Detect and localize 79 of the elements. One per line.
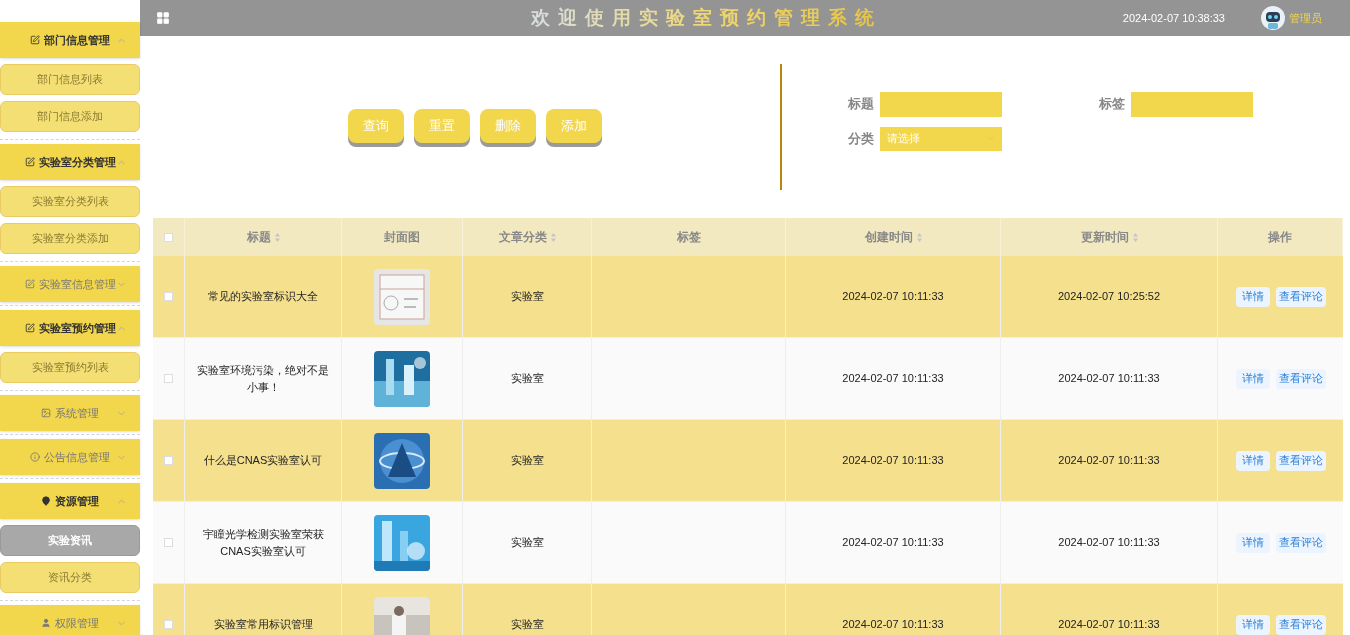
sidebar-item[interactable]: 实验资讯 [0,525,140,556]
sidebar-group[interactable]: 公告信息管理 [0,439,140,475]
created-time: 2024-02-07 10:11:33 [842,289,944,305]
column-header: 操作 [1268,229,1292,246]
updated-time: 2024-02-07 10:11:33 [1058,535,1160,551]
column-header: 封面图 [384,229,420,246]
group-icon [41,618,51,628]
updated-time: 2024-02-07 10:11:33 [1058,617,1160,633]
group-icon [30,35,40,45]
category-text: 实验室 [510,371,544,387]
column-header[interactable]: 更新时间 [1080,228,1138,246]
details-button[interactable]: 详情 [1235,286,1270,307]
sidebar-item[interactable]: 实验室分类列表 [0,186,140,217]
created-time: 2024-02-07 10:11:33 [842,453,944,469]
details-button[interactable]: 详情 [1235,614,1270,635]
sort-icon[interactable] [274,232,280,242]
filter-label: 分类 [848,129,874,148]
details-button[interactable]: 详情 [1235,532,1270,553]
checkbox[interactable] [164,232,173,242]
sort-icon[interactable] [550,232,556,242]
group-icon [41,496,51,506]
article-title: 常见的实验室标识大全 [208,289,318,305]
group-icon [41,408,51,418]
sidebar-item[interactable]: 实验室预约列表 [0,352,140,383]
sidebar-item[interactable]: 部门信息列表 [0,64,140,95]
created-time: 2024-02-07 10:11:33 [842,617,944,633]
updated-time: 2024-02-07 10:11:33 [1058,453,1160,469]
column-header[interactable]: 创建时间 [864,228,922,246]
sort-icon[interactable] [1132,232,1138,242]
sidebar-group[interactable]: 部门信息管理 [0,22,140,58]
sidebar-group[interactable]: 资源管理 [0,483,140,519]
details-button[interactable]: 详情 [1235,450,1270,471]
group-icon [24,279,35,289]
details-button[interactable]: 详情 [1235,368,1270,389]
category-text: 实验室 [510,453,544,469]
category-text: 实验室 [510,535,544,551]
sort-icon[interactable] [916,232,922,242]
checkbox[interactable] [164,374,173,383]
article-title: 什么是CNAS实验室认可 [203,453,323,469]
comments-button[interactable]: 查看评论 [1275,286,1326,307]
article-title: 宇瞳光学检测实验室荣获CNAS实验室认可 [201,527,325,559]
comments-button[interactable]: 查看评论 [1275,450,1326,471]
column-header[interactable]: 标题 [246,228,280,246]
filter-label: 标签 [1099,95,1125,114]
group-icon [30,452,40,462]
datetime: 2024-02-07 10:38:33 [1122,10,1225,26]
sidebar-group[interactable]: 权限管理 [0,605,140,635]
sidebar-group[interactable]: 实验室信息管理 [0,266,140,302]
group-icon [24,323,35,333]
updated-time: 2024-02-07 10:11:33 [1058,371,1160,387]
checkbox[interactable] [164,456,173,465]
sidebar-item[interactable]: 部门信息添加 [0,101,140,132]
checkbox[interactable] [164,292,173,301]
comments-button[interactable]: 查看评论 [1275,614,1326,635]
updated-time: 2024-02-07 10:25:52 [1057,289,1161,305]
filter-input[interactable] [1131,91,1253,117]
user-name[interactable]: 管理员 [1289,9,1322,27]
checkbox[interactable] [164,620,173,629]
sidebar-group[interactable]: 系统管理 [0,395,140,431]
category-text: 实验室 [510,289,544,305]
sidebar-group[interactable]: 实验室分类管理 [0,144,140,180]
comments-button[interactable]: 查看评论 [1275,368,1326,389]
created-time: 2024-02-07 10:11:33 [842,371,944,387]
article-title: 实验室常用标识管理 [213,617,313,633]
robot-avatar-icon[interactable] [1261,6,1285,30]
column-header[interactable]: 文章分类 [498,228,556,246]
article-title: 实验室环境污染，绝对不是小事！ [196,363,330,395]
filter-input[interactable] [880,91,1002,117]
sidebar-item[interactable]: 资讯分类 [0,562,140,593]
menu-icon[interactable] [156,11,170,25]
column-header: 标签 [676,229,701,246]
filter-label: 标题 [848,95,874,114]
category-text: 实验室 [510,617,544,633]
sidebar-item[interactable]: 实验室分类添加 [0,223,140,254]
sidebar-group[interactable]: 实验室预约管理 [0,310,140,346]
group-icon [24,157,35,167]
comments-button[interactable]: 查看评论 [1275,532,1326,553]
created-time: 2024-02-07 10:11:33 [842,535,944,551]
checkbox[interactable] [164,538,173,547]
